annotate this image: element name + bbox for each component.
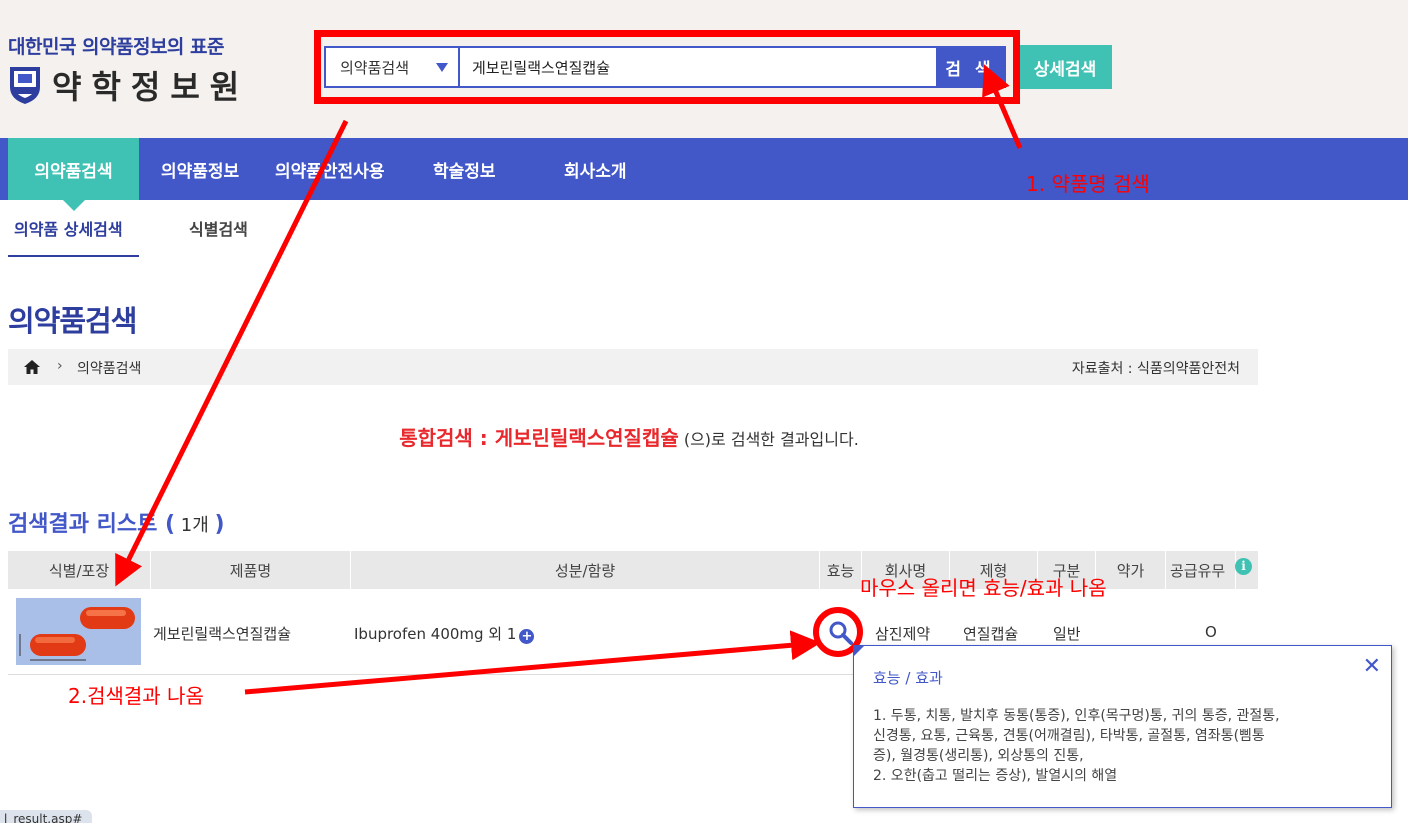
result-list-title-text: 검색결과 리스트 [8, 512, 158, 537]
home-icon[interactable] [23, 358, 41, 376]
tooltip-title: 효능 / 효과 [873, 669, 943, 687]
annotation-search-highlight [314, 30, 1020, 104]
nav-item-drug-search[interactable]: 의약품검색 [8, 138, 139, 200]
site-logo[interactable]: 약학정보원 [8, 62, 249, 108]
data-source-note: 자료출처 : 식품의약품안전처 [1071, 361, 1240, 377]
annotation-step1: 1. 약품명 검색 [1026, 172, 1150, 196]
plus-circle-icon[interactable]: + [519, 629, 535, 644]
annotation-hover-note: 마우스 올리면 효능/효과 나옴 [860, 576, 1107, 600]
supply-cell: O [1205, 623, 1217, 641]
kpic-badge-icon [10, 67, 40, 104]
nav-item-drug-safety[interactable]: 의약품안전사용 [275, 138, 384, 200]
chevron-right-icon: › [57, 358, 63, 374]
result-query-strong: 통합검색 : 게보린릴랙스연질캡슐 [399, 426, 679, 450]
result-count: 1개 [175, 515, 215, 536]
nav-item-drug-info[interactable]: 의약품정보 [161, 138, 239, 200]
main-nav: 의약품검색 의약품정보 의약품안전사용 학술정보 회사소개 [0, 138, 1408, 200]
subnav-identification-search[interactable]: 식별검색 [189, 216, 248, 240]
breadcrumb: › 의약품검색 자료출처 : 식품의약품안전처 [8, 349, 1258, 385]
tooltip-notch [853, 645, 865, 657]
subnav-detail-search[interactable]: 의약품 상세검색 [14, 216, 123, 240]
column-header: 효능 [820, 551, 862, 589]
company-cell: 삼진제약 [875, 625, 931, 643]
detail-search-button[interactable]: 상세검색 [1018, 45, 1112, 89]
ingredient-cell: Ibuprofen 400mg 외 1 + [354, 623, 535, 644]
annotation-step2: 2.검색결과 나옴 [68, 684, 204, 708]
column-header: 성분/함량 [351, 551, 820, 589]
tooltip-line: 2. 오한(춥고 떨리는 증상), 발열시의 해열 [873, 768, 1118, 784]
tooltip-line: 1. 두통, 치통, 발치후 동통(통증), 인후(목구멍)통, 귀의 통증, … [873, 708, 1280, 724]
tooltip-body: 1. 두통, 치통, 발치후 동통(통증), 인후(목구멍)통, 귀의 통증, … [873, 706, 1378, 786]
result-message-rest: (으)로 검색한 결과입니다. [678, 430, 859, 449]
breadcrumb-current[interactable]: 의약품검색 [77, 358, 141, 378]
logo-wordmark: 약학정보원 [52, 68, 250, 106]
info-icon[interactable]: i [1235, 558, 1252, 575]
result-count-open: ( [165, 512, 176, 537]
column-header: 식별/포장 [8, 551, 151, 589]
tooltip-line: 증), 월경통(생리통), 외상통의 진통, [873, 748, 1084, 764]
efficacy-tooltip: 효능 / 효과 ✕ 1. 두통, 치통, 발치후 동통(통증), 인후(목구멍)… [853, 645, 1392, 808]
page-title: 의약품검색 [8, 304, 137, 338]
column-header: 공급유무 [1166, 551, 1236, 589]
status-url: l_result.asp# [0, 810, 92, 823]
ingredient-text: Ibuprofen 400mg 외 1 [354, 625, 517, 643]
pill-image[interactable] [16, 598, 141, 665]
category-cell: 일반 [1053, 625, 1081, 643]
nav-active-pointer [63, 200, 85, 211]
column-header: 제품명 [151, 551, 351, 589]
tooltip-line: 신경통, 요통, 근육통, 견통(어깨결림), 타박통, 골절통, 염좌통(삠통 [873, 728, 1265, 744]
subnav-active-underline [8, 255, 139, 257]
site-tagline: 대한민국 의약품정보의 표준 [8, 36, 225, 58]
product-name-link[interactable]: 게보린릴랙스연질캡슐 [153, 623, 291, 644]
nav-item-academic[interactable]: 학술정보 [433, 138, 496, 200]
pill-photo [16, 598, 141, 665]
form-cell: 연질캡슐 [963, 625, 1019, 643]
result-count-close: ) [214, 512, 225, 537]
nav-item-company[interactable]: 회사소개 [564, 138, 627, 200]
close-icon[interactable]: ✕ [1363, 654, 1381, 679]
result-message: 통합검색 : 게보린릴랙스연질캡슐 (으)로 검색한 결과입니다. [0, 422, 1258, 451]
result-list-title: 검색결과 리스트 ( 1개 ) [8, 506, 225, 538]
